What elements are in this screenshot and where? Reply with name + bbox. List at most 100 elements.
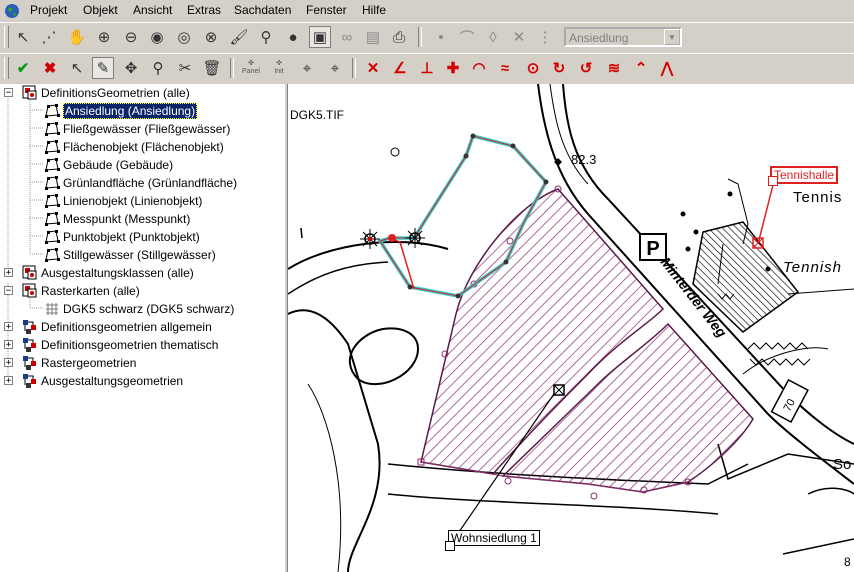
pan-hand-icon[interactable]: ✋ bbox=[66, 26, 88, 48]
wohnsiedlung-label-box[interactable]: Wohnsiedlung 1 bbox=[448, 530, 540, 546]
tree-item-punktobjekt[interactable]: Punktobjekt (Punktobjekt) bbox=[44, 228, 200, 246]
layer-combo[interactable]: Ansiedlung ▼ bbox=[564, 27, 682, 47]
area-edit-icon[interactable]: ◊ bbox=[482, 26, 504, 48]
expand-icon[interactable]: + bbox=[4, 322, 13, 332]
tree-item-flaechenobjekt[interactable]: Flächenobjekt (Flächenobjekt) bbox=[44, 138, 224, 156]
split-icon[interactable]: ✕ bbox=[508, 26, 530, 48]
collapse-icon[interactable]: − bbox=[4, 286, 13, 296]
menu-objekt[interactable]: Objekt bbox=[83, 3, 118, 17]
tree-item-dgk5-schwarz[interactable]: DGK5 schwarz (DGK5 schwarz) bbox=[44, 300, 234, 318]
triangle-icon[interactable]: ⋀ bbox=[656, 57, 678, 79]
tree-item-messpunkt[interactable]: Messpunkt (Messpunkt) bbox=[44, 210, 190, 228]
node-tool-icon[interactable]: ⋮ bbox=[534, 26, 556, 48]
tree-item-label: Linienobjekt (Linienobjekt) bbox=[63, 194, 203, 208]
glasses-icon[interactable]: ∞ bbox=[336, 26, 358, 48]
menu-projekt[interactable]: Projekt bbox=[30, 3, 67, 17]
tree-item-definitionsgeometrien-thematisch[interactable]: Definitionsgeometrien thematisch bbox=[22, 336, 218, 354]
collapse-icon[interactable]: − bbox=[4, 88, 13, 98]
paint-brush-icon[interactable]: 🖌 bbox=[228, 26, 250, 48]
toolbar-separator bbox=[418, 27, 422, 47]
hatch-icon[interactable]: ≋ bbox=[603, 57, 625, 79]
cancel-x-icon[interactable]: ✖ bbox=[39, 57, 61, 79]
node-tree-icon bbox=[23, 320, 36, 334]
polygon-layer-icon bbox=[45, 230, 60, 244]
chevron-down-icon[interactable]: ▼ bbox=[664, 29, 680, 45]
select-arrow-icon[interactable]: ↖ bbox=[12, 26, 34, 48]
identify-icon[interactable]: ⚲ bbox=[255, 26, 277, 48]
tree-item-ausgestaltungsgeometrien[interactable]: Ausgestaltungsgeometrien bbox=[22, 372, 183, 390]
zoom-out-icon[interactable]: ⊖ bbox=[120, 26, 142, 48]
line-edit-icon[interactable]: ⌒ bbox=[456, 26, 478, 48]
arc-icon[interactable]: ◠ bbox=[468, 57, 490, 79]
move-icon[interactable]: ✥ bbox=[120, 57, 142, 79]
tree-item-gruenlandflaeche[interactable]: Grünlandfläche (Grünlandfläche) bbox=[44, 174, 237, 192]
snap-cursor-icon[interactable]: ⌖ bbox=[324, 57, 346, 79]
pin-icon: ✜ bbox=[248, 60, 254, 67]
node-select-icon[interactable]: ⋰ bbox=[38, 26, 60, 48]
tree-item-ausgestaltungsklassen[interactable]: Ausgestaltungsklassen (alle) bbox=[22, 264, 194, 282]
wohnsiedlung-label: Wohnsiedlung 1 bbox=[451, 531, 537, 545]
panel-button[interactable]: ✜ Panel bbox=[240, 57, 262, 79]
tree-item-fliessgewaesser[interactable]: Fließgewässer (Fließgewässer) bbox=[44, 120, 230, 138]
raster-view-icon[interactable]: ▣ bbox=[309, 26, 331, 48]
delete-vertex-icon[interactable]: ✕ bbox=[362, 57, 384, 79]
layer-group-icon bbox=[22, 283, 37, 298]
tree-item-ansiedlung[interactable]: Ansiedlung (Ansiedlung) bbox=[44, 102, 198, 120]
point-icon[interactable]: • bbox=[430, 26, 452, 48]
expand-icon[interactable]: + bbox=[4, 358, 13, 368]
measure-icon[interactable]: ▤ bbox=[362, 26, 384, 48]
tree-item-rastergeometrien[interactable]: Rastergeometrien bbox=[22, 354, 136, 372]
map-canvas[interactable]: P Minterder Weg 82.3 Tennis Tennish So 8… bbox=[288, 84, 854, 572]
circle-center-icon[interactable]: ⊙ bbox=[522, 57, 544, 79]
add-vertex-icon[interactable]: ✚ bbox=[442, 57, 464, 79]
zoom-in-icon[interactable]: ⊕ bbox=[93, 26, 115, 48]
menu-sachdaten[interactable]: Sachdaten bbox=[234, 3, 291, 17]
pencil-icon[interactable]: ✎ bbox=[92, 57, 114, 79]
tennishalle-anchor-icon bbox=[768, 176, 778, 186]
menu-ansicht[interactable]: Ansicht bbox=[133, 3, 172, 17]
curve-icon[interactable]: ↺ bbox=[575, 57, 597, 79]
tennishalle-label-box[interactable]: Tennishalle bbox=[770, 166, 839, 184]
rotate-icon[interactable]: ↻ bbox=[548, 57, 570, 79]
angle-icon[interactable]: ∠ bbox=[389, 57, 411, 79]
expand-icon[interactable]: + bbox=[4, 268, 13, 278]
snap-icon[interactable]: ⌖ bbox=[296, 57, 318, 79]
peak-icon[interactable]: ⌃ bbox=[630, 57, 652, 79]
zoom-previous-icon[interactable]: ◎ bbox=[173, 26, 195, 48]
tree-item-gebaeude[interactable]: Gebäude (Gebäude) bbox=[44, 156, 173, 174]
init-label: Init bbox=[274, 68, 284, 75]
parallel-icon[interactable]: ≈ bbox=[494, 57, 516, 79]
tree-item-rasterkarten[interactable]: Rasterkarten (alle) bbox=[22, 282, 140, 300]
init-button[interactable]: ✜ Init bbox=[268, 57, 290, 79]
tree-item-definitionsgeometrien-allgemein[interactable]: Definitionsgeometrien allgemein bbox=[22, 318, 212, 336]
toolbar-grip[interactable] bbox=[4, 26, 9, 48]
menu-hilfe[interactable]: Hilfe bbox=[362, 3, 386, 17]
zoom-full-icon[interactable]: ◉ bbox=[146, 26, 168, 48]
app-globe-icon[interactable] bbox=[4, 3, 20, 19]
tree-item-linienobjekt[interactable]: Linienobjekt (Linienobjekt) bbox=[44, 192, 202, 210]
anchor-cross-icon[interactable] bbox=[553, 384, 565, 396]
expand-icon[interactable]: + bbox=[4, 376, 13, 386]
toolbar-grip[interactable] bbox=[4, 57, 9, 79]
layer-group-icon bbox=[22, 265, 37, 280]
print-icon[interactable]: ⎙ bbox=[388, 26, 410, 48]
zoom-window-icon[interactable]: ⊗ bbox=[200, 26, 222, 48]
confirm-check-icon[interactable]: ✔ bbox=[12, 57, 34, 79]
tree-item-label: DGK5 schwarz (DGK5 schwarz) bbox=[63, 302, 235, 316]
magnifier-icon[interactable]: ⚲ bbox=[147, 57, 169, 79]
menu-fenster[interactable]: Fenster bbox=[306, 3, 347, 17]
tree-item-definitionsgeometrien[interactable]: DefinitionsGeometrien (alle) bbox=[22, 84, 190, 102]
globe-icon[interactable]: ● bbox=[282, 26, 304, 48]
trash-icon[interactable]: 🗑 bbox=[201, 57, 223, 79]
ortho-icon[interactable]: ⊥ bbox=[416, 57, 438, 79]
scissors-icon[interactable]: ✂ bbox=[174, 57, 196, 79]
snap-star-icon[interactable] bbox=[360, 229, 380, 249]
map-mark bbox=[300, 227, 303, 239]
tree-item-label: Ausgestaltungsgeometrien bbox=[41, 374, 184, 388]
tree-item-label: Definitionsgeometrien thematisch bbox=[41, 338, 219, 352]
tree-item-stillgewaesser[interactable]: Stillgewässer (Stillgewässer) bbox=[44, 246, 216, 264]
pointer-icon[interactable]: ↖ bbox=[66, 57, 88, 79]
expand-icon[interactable]: + bbox=[4, 340, 13, 350]
menu-extras[interactable]: Extras bbox=[187, 3, 221, 17]
tree-item-label: Messpunkt (Messpunkt) bbox=[63, 212, 191, 226]
